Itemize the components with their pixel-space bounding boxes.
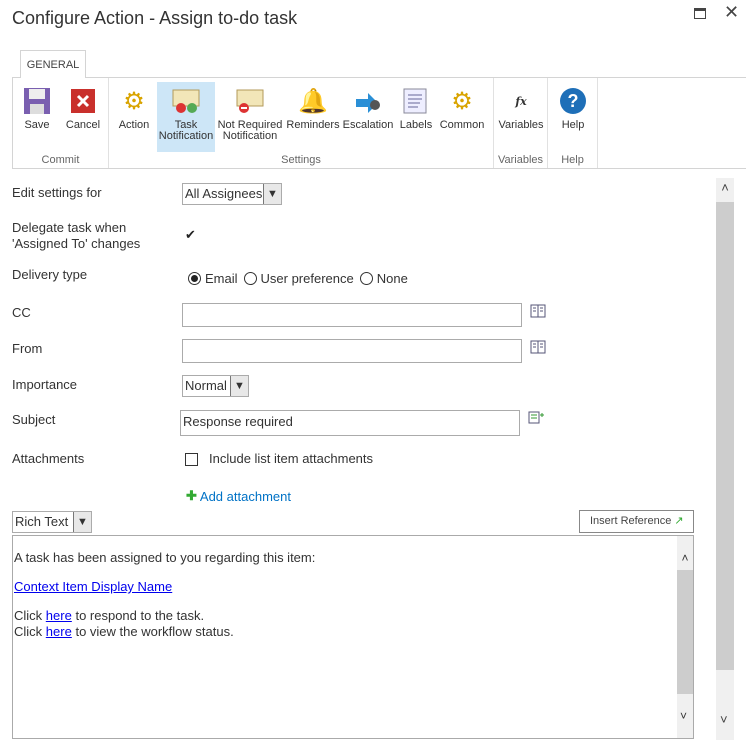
group-label-commit: Commit xyxy=(41,154,80,166)
scroll-down-icon[interactable]: ˅ xyxy=(680,708,687,724)
not-required-notification-button[interactable]: Not Required Notification xyxy=(217,82,283,150)
respond-text: to respond to the task. xyxy=(75,608,205,623)
delivery-type-radios: Email User preference None xyxy=(188,271,408,286)
respond-here-link[interactable]: here xyxy=(46,608,72,623)
include-attachments-checkbox[interactable] xyxy=(185,453,198,466)
delivery-type-label: Delivery type xyxy=(12,267,88,282)
action-gears-icon: ⚙ xyxy=(123,87,145,115)
svg-text:?: ? xyxy=(568,91,579,111)
chevron-down-icon: ▼ xyxy=(73,512,91,532)
add-attachment-link[interactable]: ✚ Add attachment xyxy=(186,488,291,504)
arrow-icon: ↗ xyxy=(674,515,684,527)
chevron-down-icon: ▼ xyxy=(230,376,248,396)
importance-label: Importance xyxy=(12,377,78,392)
radio-email[interactable]: Email xyxy=(188,271,238,286)
group-label-variables: Variables xyxy=(497,154,544,166)
save-button[interactable]: Save xyxy=(19,82,55,150)
envelope-check-icon xyxy=(171,86,201,116)
importance-select[interactable]: Normal ▼ xyxy=(182,375,249,397)
cc-label: CC xyxy=(12,305,31,320)
subject-input[interactable]: Response required xyxy=(180,410,520,436)
cancel-button[interactable]: Cancel xyxy=(63,82,103,150)
envelope-stop-icon xyxy=(235,86,265,116)
tab-general[interactable]: GENERAL xyxy=(20,50,86,78)
body-line1: A task has been assigned to you regardin… xyxy=(14,550,316,565)
page-scrollbar[interactable]: ˄ ˅ xyxy=(716,178,734,740)
insert-reference-button[interactable]: Insert Reference ↗ xyxy=(579,510,694,533)
scroll-down-icon[interactable]: ˅ xyxy=(720,712,728,727)
save-icon xyxy=(22,86,52,116)
address-book-icon[interactable] xyxy=(530,304,546,318)
subject-label: Subject xyxy=(12,412,56,427)
delegate-label: Delegate task when 'Assigned To' changes xyxy=(12,220,140,252)
ribbon: Save Cancel Commit ⚙ Action Task Notificat… xyxy=(12,77,746,169)
format-select[interactable]: Rich Text ▼ xyxy=(12,511,92,533)
maximize-button[interactable] xyxy=(694,8,706,19)
escalation-icon xyxy=(353,86,383,116)
insert-reference-icon[interactable] xyxy=(528,410,544,424)
help-icon: ? xyxy=(558,86,588,116)
add-attachment-text: Add attachment xyxy=(199,488,291,504)
insert-reference-label: Insert Reference xyxy=(590,515,672,527)
status-text: to view the workflow status. xyxy=(75,624,234,639)
edit-settings-value: All Assignees xyxy=(185,186,263,201)
labels-icon xyxy=(401,86,431,116)
group-label-settings: Settings xyxy=(281,154,321,166)
chevron-down-icon: ▼ xyxy=(263,184,281,204)
edit-settings-label: Edit settings for xyxy=(12,185,102,200)
delegate-label-line2: 'Assigned To' changes xyxy=(12,236,141,251)
radio-email-label: Email xyxy=(205,271,238,286)
window-title: Configure Action - Assign to-do task xyxy=(12,8,298,28)
radio-none[interactable]: None xyxy=(359,271,408,286)
reminders-button[interactable]: 🔔 Reminders xyxy=(285,82,341,150)
group-variables: fx Variables Variables xyxy=(494,78,548,168)
from-label: From xyxy=(12,341,43,356)
context-item-link[interactable]: Context Item Display Name xyxy=(14,579,172,594)
group-commit: Save Cancel Commit xyxy=(13,78,109,168)
common-gears-icon: ⚙ xyxy=(451,87,473,115)
escalation-button[interactable]: Escalation xyxy=(341,82,395,150)
radio-user-preference[interactable]: User preference xyxy=(243,271,354,286)
bell-icon: 🔔 xyxy=(298,87,328,115)
click-text: Click xyxy=(14,624,43,639)
group-help: ? Help Help xyxy=(548,78,598,168)
plus-icon: ✚ xyxy=(186,488,197,503)
status-here-link[interactable]: here xyxy=(46,624,72,639)
page-scroll-thumb[interactable] xyxy=(716,202,734,670)
edit-settings-select[interactable]: All Assignees ▼ xyxy=(182,183,282,205)
format-value: Rich Text xyxy=(15,514,69,529)
group-settings: ⚙ Action Task Notification Not Required Not… xyxy=(109,78,494,168)
variables-button[interactable]: fx Variables xyxy=(496,82,546,150)
delegate-checkbox[interactable]: ✔ xyxy=(185,228,198,242)
editor-scrollbar[interactable]: ˄ ˅ xyxy=(677,536,693,738)
common-button[interactable]: ⚙ Common xyxy=(437,82,487,150)
labels-button[interactable]: Labels xyxy=(397,82,435,150)
message-body-editor[interactable]: A task has been assigned to you regardin… xyxy=(12,535,694,739)
scroll-up-icon[interactable]: ˄ xyxy=(716,180,734,195)
editor-scroll-thumb[interactable] xyxy=(677,570,693,694)
action-button[interactable]: ⚙ Action xyxy=(113,82,155,150)
cc-input[interactable] xyxy=(182,303,522,327)
help-button[interactable]: ? Help xyxy=(552,82,594,150)
include-attachments-label: Include list item attachments xyxy=(209,451,374,466)
variables-fx-icon: fx xyxy=(515,94,527,108)
click-text: Click xyxy=(14,608,43,623)
address-book-icon[interactable] xyxy=(530,340,546,354)
close-button[interactable]: ✕ xyxy=(724,2,739,23)
task-notification-button[interactable]: Task Notification xyxy=(157,82,215,152)
delegate-label-line1: Delegate task when xyxy=(12,220,127,235)
from-input[interactable] xyxy=(182,339,522,363)
cancel-icon xyxy=(68,86,98,116)
attachments-label: Attachments xyxy=(12,451,85,466)
group-label-help: Help xyxy=(561,154,584,166)
radio-user-preference-label: User preference xyxy=(260,271,354,286)
importance-value: Normal xyxy=(185,378,227,393)
scroll-up-icon[interactable]: ˄ xyxy=(677,550,693,566)
radio-none-label: None xyxy=(376,271,408,286)
